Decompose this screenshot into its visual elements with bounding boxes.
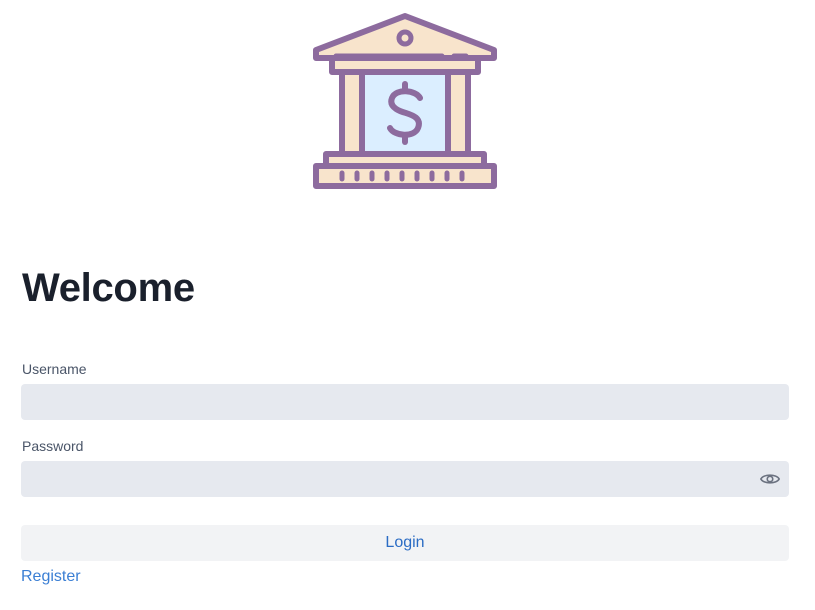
bank-icon <box>313 13 497 189</box>
password-field[interactable] <box>21 461 789 497</box>
username-label: Username <box>22 361 87 377</box>
login-button[interactable]: Login <box>21 525 789 561</box>
register-link[interactable]: Register <box>21 568 81 586</box>
password-label: Password <box>22 438 84 454</box>
eye-icon[interactable] <box>759 468 781 490</box>
login-page: Welcome Username Password Login Register <box>0 0 815 610</box>
page-title: Welcome <box>22 266 195 310</box>
username-field[interactable] <box>21 384 789 420</box>
